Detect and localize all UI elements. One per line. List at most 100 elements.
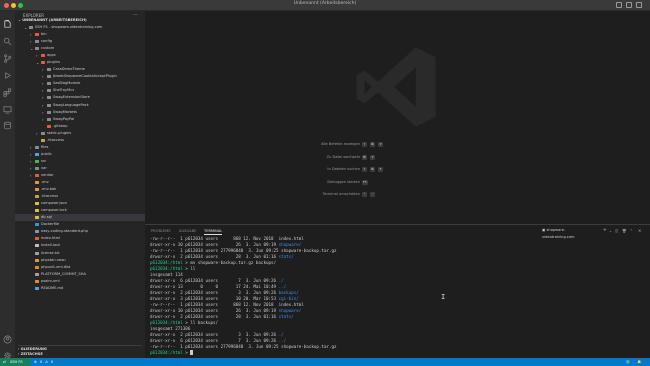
outline-section-title[interactable]: › GLIEDERUNG	[18, 345, 142, 351]
chevron-right-icon[interactable]: ›	[30, 151, 32, 158]
tree-item-label: SasBlogModule	[53, 81, 81, 86]
chevron-right-icon[interactable]: ›	[30, 38, 32, 45]
chevron-right-icon[interactable]: ›	[42, 66, 44, 73]
notifications-bell-icon[interactable]: 🔔	[637, 359, 641, 365]
kill-terminal-icon[interactable]: 🗑	[622, 229, 626, 233]
tab-output[interactable]: AUSGABE	[179, 229, 196, 233]
tree-item[interactable]: composer.json	[15, 200, 145, 207]
chevron-right-icon[interactable]: ›	[36, 52, 38, 59]
welcome-shortcut[interactable]: Debuggen starten F5	[295, 179, 409, 186]
tree-item[interactable]: › SwagMarkets	[15, 109, 145, 116]
tree-item[interactable]: license.txt	[15, 250, 145, 257]
chevron-right-icon[interactable]: ›	[42, 94, 44, 101]
tree-item[interactable]: › SwagExtensionStore	[15, 94, 145, 101]
chevron-right-icon[interactable]: ›	[30, 172, 32, 179]
maximize-panel-icon[interactable]: ⌃	[630, 229, 633, 233]
tree-item[interactable]: composer.lock	[15, 207, 145, 214]
tree-item[interactable]: phpunit.xml.dist	[15, 264, 145, 271]
more-actions-icon[interactable]: ···	[133, 12, 138, 18]
timeline-section-title[interactable]: › ZEITACHSE	[18, 352, 142, 356]
settings-gear-icon[interactable]	[3, 345, 12, 359]
search-icon[interactable]	[3, 31, 12, 46]
tree-item[interactable]: .htaccess	[15, 137, 145, 144]
tree-item[interactable]: .env	[15, 179, 145, 186]
terminal-output[interactable]: -rw-r--r-- 1 p612034 users 868 12. Nov 2…	[150, 236, 645, 356]
chevron-right-icon[interactable]: ›	[30, 144, 32, 151]
chevron-right-icon[interactable]: ›	[30, 165, 32, 172]
chevron-right-icon[interactable]: ›	[42, 116, 44, 123]
warnings-icon[interactable]: ⚠	[45, 359, 48, 365]
tree-item[interactable]: › vendor	[15, 172, 145, 179]
tree-item[interactable]: .gitkeep	[15, 123, 145, 130]
terminal-selector[interactable]: ▣ shopware-videotraining.com	[542, 227, 597, 239]
tree-item[interactable]: › config	[15, 38, 145, 45]
chevron-right-icon[interactable]: ›	[42, 73, 44, 80]
welcome-shortcut[interactable]: Alle Befehle anzeigen ⇧ ⌘ P	[295, 142, 409, 148]
chevron-down-icon[interactable]: ⌄	[30, 45, 33, 52]
warnings-count[interactable]: 0	[51, 359, 53, 365]
tab-terminal[interactable]: TERMINAL	[204, 229, 223, 235]
customize-layout-icon[interactable]	[636, 2, 642, 8]
chevron-right-icon[interactable]: ›	[30, 31, 32, 38]
tree-item[interactable]: Dockerfile	[15, 221, 145, 228]
terminal-dropdown-icon[interactable]: ⌄	[609, 229, 612, 233]
chevron-right-icon[interactable]: ›	[42, 109, 44, 116]
tree-item[interactable]: easy-coding-standard.php	[15, 228, 145, 235]
welcome-shortcut[interactable]: In Dateien suchen ⇧ ⌘ F	[295, 167, 409, 173]
tree-item[interactable]: ⌄ plugins	[15, 59, 145, 66]
workspace-section-title[interactable]: ⌄ UNBENANNT (ARBEITSBEREICH)	[18, 18, 87, 22]
tree-item[interactable]: db.sql	[15, 214, 145, 222]
tab-problems[interactable]: PROBLEME	[151, 229, 171, 233]
chevron-right-icon[interactable]: ›	[42, 80, 44, 87]
tree-item[interactable]: ⌄ custom	[15, 45, 145, 52]
tree-item[interactable]: README.md	[15, 285, 145, 292]
tree-item[interactable]: › static-plugins	[15, 130, 145, 137]
feedback-icon[interactable]: ☺	[626, 359, 630, 365]
remote-explorer-icon[interactable]	[3, 99, 12, 114]
tree-item[interactable]: › apps	[15, 52, 145, 59]
new-terminal-icon[interactable]: +	[603, 228, 607, 233]
welcome-shortcut[interactable]: Zu Datei wechseln ⌘ P	[295, 154, 409, 161]
remote-indicator[interactable]: ⇄ SSH FS	[0, 358, 30, 366]
tree-item[interactable]: index.html	[15, 235, 145, 242]
source-control-icon[interactable]	[3, 48, 12, 63]
tree-item[interactable]: .htaccess	[15, 193, 145, 200]
errors-count[interactable]: 0	[40, 359, 42, 365]
toggle-primary-sidebar-icon[interactable]	[616, 2, 622, 8]
tree-item[interactable]: › SasBlogModule	[15, 80, 145, 87]
tree-item[interactable]: install.lock	[15, 242, 145, 249]
tree-item[interactable]: PLATFORM_COMMIT_SHA	[15, 271, 145, 278]
tree-item[interactable]: .env.bak	[15, 186, 145, 193]
tree-item[interactable]: › JkwebShopwareCookieAcceptPlugin	[15, 73, 145, 80]
welcome-shortcut[interactable]: Terminal umschalten ⌃ `	[295, 192, 409, 198]
terminal-text: p612034:/html	[150, 266, 183, 271]
close-panel-icon[interactable]: ×	[638, 228, 641, 233]
errors-icon[interactable]: ⊗	[34, 359, 37, 365]
split-terminal-icon[interactable]: ◫	[615, 229, 618, 233]
tree-item[interactable]: › bin	[15, 31, 145, 38]
tree-item[interactable]: › CasaDemoTheme	[15, 66, 145, 73]
file-icon	[35, 265, 39, 269]
toggle-panel-icon[interactable]	[626, 2, 632, 8]
chevron-down-icon[interactable]: ⌄	[36, 59, 39, 66]
chevron-right-icon[interactable]: ›	[36, 130, 38, 137]
tree-item[interactable]: phpstan.neon	[15, 257, 145, 264]
chevron-right-icon[interactable]: ›	[42, 87, 44, 94]
tree-item[interactable]: ⌄ SSH FS - shopware-videotraining.com	[15, 24, 145, 31]
run-debug-icon[interactable]	[3, 65, 12, 79]
extensions-icon[interactable]	[3, 82, 12, 97]
tree-item[interactable]: › src	[15, 158, 145, 165]
account-icon[interactable]	[3, 329, 12, 344]
files-icon[interactable]	[3, 14, 12, 28]
tree-item[interactable]: › public	[15, 151, 145, 158]
chevron-right-icon[interactable]: ›	[30, 158, 32, 165]
tree-item[interactable]: › var	[15, 165, 145, 172]
tree-item[interactable]: › SwagPayPal	[15, 116, 145, 123]
tree-item[interactable]: › files	[15, 144, 145, 151]
chevron-right-icon[interactable]: ›	[42, 102, 44, 109]
chevron-down-icon[interactable]: ⌄	[24, 24, 27, 31]
database-icon[interactable]	[3, 115, 12, 130]
tree-item[interactable]: psalm.xml	[15, 278, 145, 285]
tree-item[interactable]: › SheTroyMcs	[15, 87, 145, 94]
tree-item[interactable]: › SwagLanguagePack	[15, 102, 145, 109]
